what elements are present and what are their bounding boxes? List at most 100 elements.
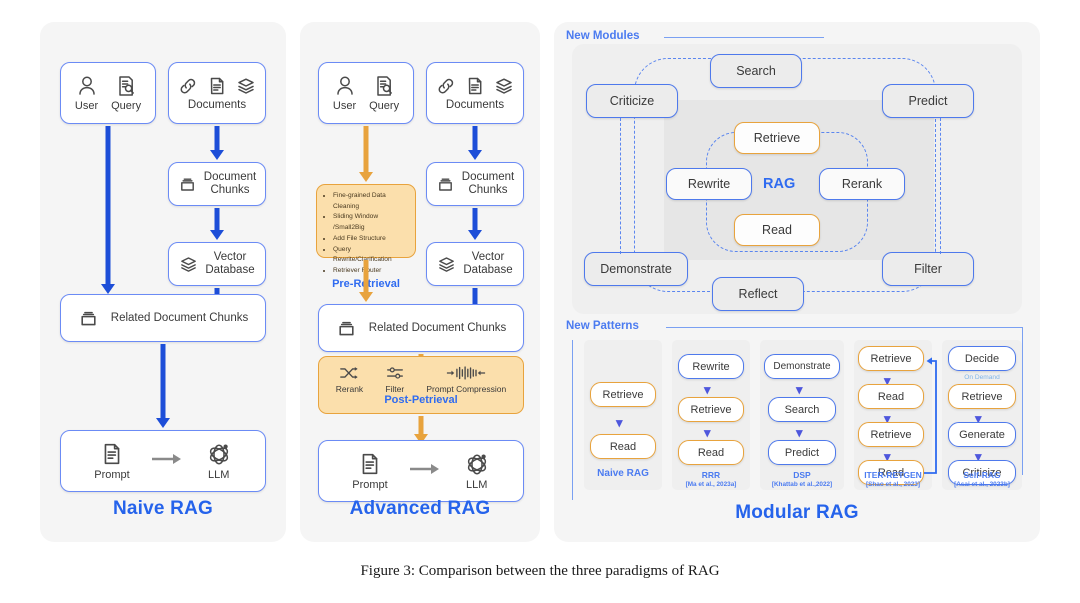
naive-llm-label: LLM	[208, 468, 230, 481]
user-icon	[336, 76, 353, 95]
arrow-documents-to-chunks	[467, 126, 483, 160]
module-demonstrate[interactable]: Demonstrate	[584, 252, 688, 286]
pattern-name-rrr: RRR [Ma et al., 2023a]	[672, 470, 750, 489]
module-read[interactable]: Read	[734, 214, 820, 246]
iter-retgen-loop-arrow	[924, 357, 937, 474]
pattern-naive-step-read[interactable]: Read	[590, 434, 656, 459]
module-rewrite-label: Rewrite	[687, 177, 731, 191]
pattern-citation: [Ma et al., 2023a]	[685, 480, 737, 488]
naive-document-chunks-label: Document Chunks	[203, 171, 257, 196]
module-predict[interactable]: Predict	[882, 84, 974, 118]
chunks-icon	[438, 177, 452, 191]
pre-retrieval-bullet: Add File Structure	[333, 234, 409, 245]
llm-icon	[209, 444, 228, 464]
advanced-document-chunks: Document Chunks	[426, 162, 524, 206]
panel-advanced-title: Advanced RAG	[349, 498, 491, 519]
prompt-icon	[362, 453, 378, 474]
pattern-step-label: Retrieve	[961, 390, 1003, 403]
module-search[interactable]: Search	[710, 54, 802, 88]
llm-icon-cell: LLM	[206, 442, 232, 481]
new-modules-rule	[664, 37, 824, 39]
user-icon	[78, 76, 95, 95]
pattern-step-label: Retrieve	[870, 428, 912, 441]
query-icon	[119, 75, 135, 96]
pattern-dsp-step-predict[interactable]: Predict	[768, 440, 836, 465]
advanced-documents-label: Documents	[445, 98, 505, 111]
query-icon-cell: Query	[111, 75, 141, 112]
module-read-label: Read	[762, 223, 792, 237]
post-retrieval-box: Rerank Filter Prompt Compression Post-Pe…	[318, 356, 524, 414]
advanced-document-chunks-label: Document Chunks	[461, 171, 515, 196]
pattern-rrr-step-rewrite[interactable]: Rewrite	[678, 354, 744, 379]
arrow-chunks-to-vectordb	[467, 208, 483, 240]
naive-prompt-label: Prompt	[94, 468, 130, 481]
prompt-icon-cell: Prompt	[352, 452, 388, 491]
pre-retrieval-bullet: Sliding Window /Small2Big	[333, 212, 409, 233]
naive-input-documents: Documents	[168, 62, 266, 124]
prompt-compression-label: Prompt Compression	[426, 384, 507, 394]
module-rewrite[interactable]: Rewrite	[666, 168, 752, 200]
advanced-query-label: Query	[369, 99, 400, 112]
panel-advanced-rag: User Query Documents • Fine-grained Data…	[300, 22, 540, 542]
module-retrieve[interactable]: Retrieve	[734, 122, 820, 154]
pattern-step-label: Rewrite	[692, 360, 730, 373]
chunks-icon	[81, 311, 96, 325]
pattern-iter-step-retrieve-1[interactable]: Retrieve	[858, 346, 924, 371]
rerank-label: Rerank	[335, 384, 364, 394]
filter-label: Filter	[385, 384, 405, 394]
pattern-selfrag-step-generate[interactable]: Generate	[948, 422, 1016, 447]
pattern-step-label: Demonstrate	[773, 361, 831, 372]
pattern-step-label: Predict	[784, 446, 820, 459]
pattern-step-label: Retrieve	[602, 388, 644, 401]
layers-icon	[439, 256, 455, 272]
arrow-chunks-to-vectordb	[209, 208, 225, 240]
layers-icon	[181, 256, 197, 272]
prompt-icon-cell: Prompt	[94, 442, 130, 481]
pattern-step-label: Read	[609, 440, 637, 453]
module-reflect[interactable]: Reflect	[712, 277, 804, 311]
prompt-icon	[104, 443, 120, 464]
naive-prompt-llm: Prompt LLM	[60, 430, 266, 492]
module-criticize[interactable]: Criticize	[586, 84, 678, 118]
advanced-related-chunks: Related Document Chunks	[318, 304, 524, 352]
module-criticize-label: Criticize	[609, 94, 655, 108]
pattern-naive-step-retrieve[interactable]: Retrieve	[590, 382, 656, 407]
rerank-icon-cell: Rerank	[336, 365, 363, 394]
module-rerank[interactable]: Rerank	[819, 168, 905, 200]
pattern-dsp-step-demonstrate[interactable]: Demonstrate	[764, 354, 840, 379]
pattern-iter-step-read-1[interactable]: Read	[858, 384, 924, 409]
layers-icon	[496, 77, 512, 94]
pattern-selfrag-step-decide[interactable]: Decide	[948, 346, 1016, 371]
query-icon	[377, 75, 393, 96]
pattern-dsp-step-search[interactable]: Search	[768, 397, 836, 422]
module-predict-label: Predict	[908, 94, 948, 108]
pattern-rrr-step-read[interactable]: Read	[678, 440, 744, 465]
sliders-icon	[386, 367, 403, 379]
post-retrieval-label: Post-Petrieval	[384, 394, 458, 406]
pattern-step-label: Retrieve	[870, 352, 912, 365]
pattern-rrr-step-retrieve[interactable]: Retrieve	[678, 397, 744, 422]
advanced-vector-database-label: Vector Database	[463, 251, 513, 276]
advanced-vector-database: Vector Database	[426, 242, 524, 286]
advanced-input-user-query: User Query	[318, 62, 414, 124]
shuffle-icon	[340, 367, 358, 379]
query-icon-cell: Query	[369, 75, 399, 112]
llm-icon-cell: LLM	[464, 452, 490, 491]
advanced-prompt-llm: Prompt LLM	[318, 440, 524, 502]
pattern-selfrag-step-retrieve[interactable]: Retrieve	[948, 384, 1016, 409]
new-patterns-label: New Patterns	[566, 320, 639, 332]
document-icon	[468, 77, 482, 94]
advanced-user-label: User	[332, 99, 357, 112]
new-modules-label: New Modules	[566, 30, 640, 42]
module-filter[interactable]: Filter	[882, 252, 974, 286]
pattern-iter-step-retrieve-2[interactable]: Retrieve	[858, 422, 924, 447]
advanced-related-chunks-label: Related Document Chunks	[368, 321, 507, 334]
arrow-user-to-related	[100, 126, 116, 294]
layers-icon	[238, 77, 254, 94]
on-demand-label: On Demand	[964, 374, 1000, 381]
pre-retrieval-box: Fine-grained Data Cleaning Sliding Windo…	[316, 184, 416, 290]
naive-related-chunks: Related Document Chunks	[60, 294, 266, 342]
panel-modular-title: Modular RAG	[735, 502, 859, 523]
arrow-documents-to-chunks	[209, 126, 225, 160]
link-icon	[438, 78, 454, 93]
